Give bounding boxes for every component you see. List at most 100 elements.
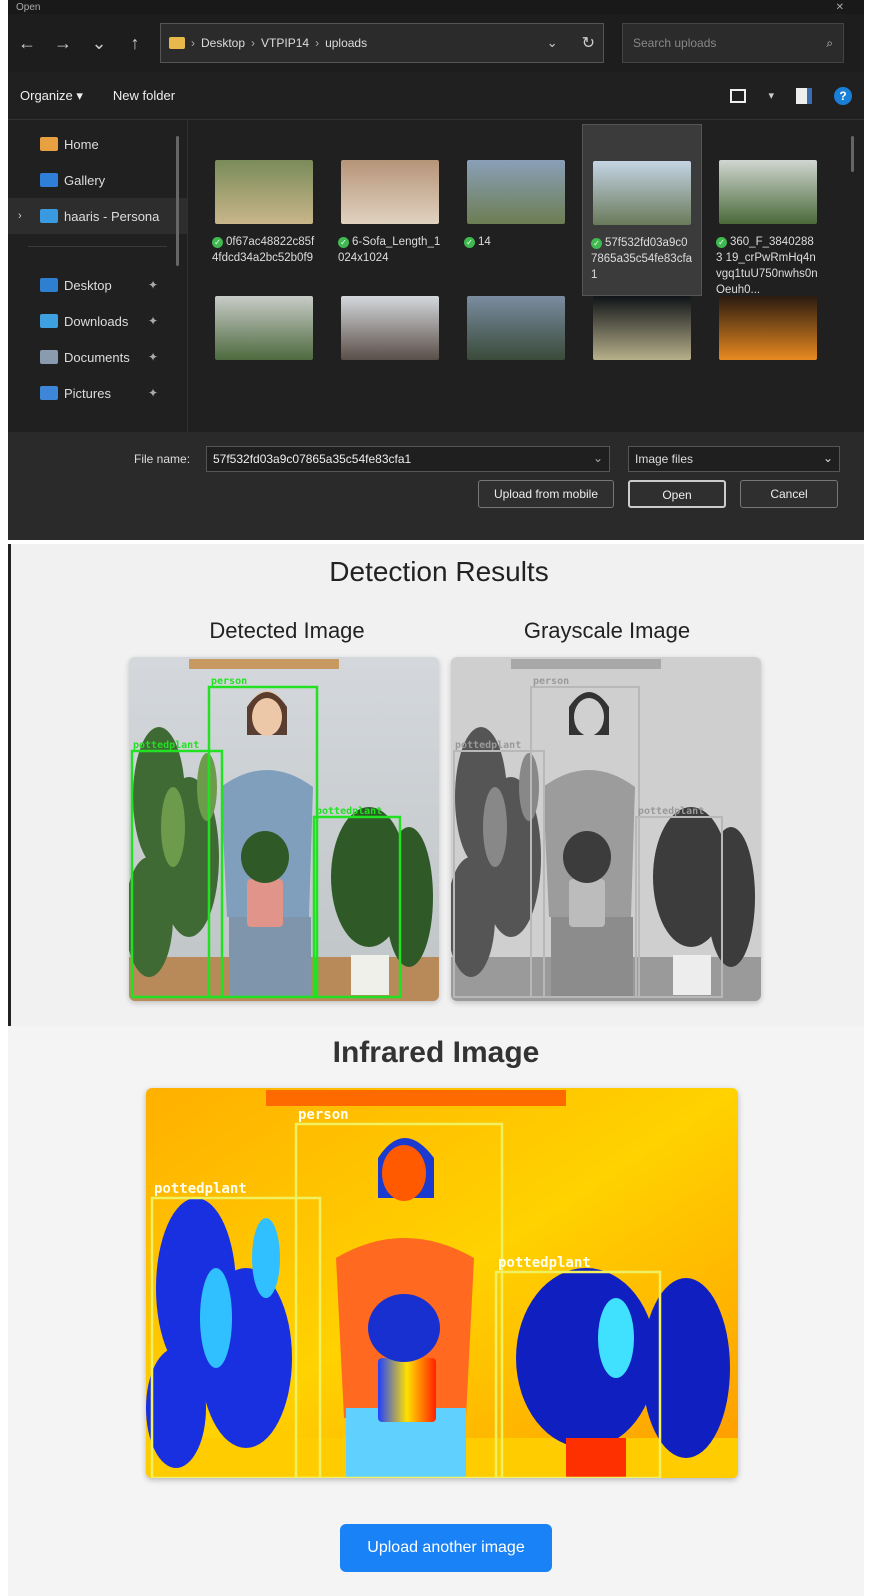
chevron-down-icon[interactable]: ⌄ [547,35,558,51]
sidebar-item-home[interactable]: Home [8,126,187,162]
results-title: Detection Results [329,556,549,587]
file-tile[interactable]: ✓ 0f67ac48822c85f4fdcd34a2bc52b0f9 [204,124,324,296]
grayscale-image-title: Grayscale Image [523,618,691,643]
person-box-label: person [533,676,569,687]
sync-status-icon: ✓ [591,238,602,249]
sidebar-item-desktop[interactable]: Desktop ✦ [8,267,187,303]
sync-status-icon: ✓ [716,237,727,248]
file-name-label: File name: [134,452,191,466]
file-tile[interactable] [456,288,576,368]
navigation-bar: ← → ⌄ ↑ › Desktop › VTPIP14 › uploads ⌄ … [8,14,864,72]
file-name: ✓ 14 [464,234,568,250]
download-icon [40,314,58,328]
detected-image-title: Detected Image [209,618,365,643]
recent-locations-icon[interactable]: ⌄ [88,33,110,54]
cancel-button[interactable]: Cancel [740,480,838,508]
sidebar-item-downloads[interactable]: Downloads ✦ [8,303,187,339]
file-thumbnail [719,296,817,360]
back-arrow-icon[interactable]: ← [16,33,38,54]
sync-status-icon: ✓ [338,237,349,248]
chevron-down-icon[interactable]: ⌄ [823,451,833,465]
file-tile[interactable]: ✓ 57f532fd03a9c07865a35c54fe83cfa1 [582,124,702,296]
infrared-image: person pottedplant pottedplant [146,1088,738,1478]
view-options-icon[interactable] [730,88,747,103]
cloud-icon [40,209,58,223]
person-box-label: person [211,676,247,687]
view-dropdown-icon[interactable]: ▾ [768,89,774,102]
desktop-icon [40,278,58,292]
close-icon[interactable]: ✕ [836,2,844,13]
pin-icon: ✦ [148,314,159,328]
file-open-dialog: Open ✕ ← → ⌄ ↑ › Desktop › VTPIP14 › upl… [8,0,864,540]
upload-from-mobile-button[interactable]: Upload from mobile [478,480,614,508]
breadcrumb-uploads[interactable]: uploads [325,36,367,50]
plant-box-label: pottedplant [133,740,199,751]
breadcrumb-desktop[interactable]: Desktop [201,36,245,50]
plant-box-label: pottedplant [316,806,382,817]
sidebar-item-documents[interactable]: Documents ✦ [8,339,187,375]
file-type-select[interactable]: Image files ⌄ [628,446,840,472]
file-list-scrollbar[interactable] [851,136,854,172]
sidebar-divider [28,246,167,247]
file-thumbnail [467,160,565,224]
document-icon [40,350,58,364]
file-name: ✓ 6-Sofa_Length_1024x1024 [338,236,441,264]
sidebar-item-gallery[interactable]: Gallery [8,162,187,198]
sidebar-item-pictures[interactable]: Pictures ✦ [8,375,187,411]
file-thumbnail [341,296,439,360]
file-thumbnail [215,296,313,360]
forward-arrow-icon[interactable]: → [52,33,74,54]
new-folder-button[interactable]: New folder [113,88,175,103]
file-thumbnail [593,161,691,225]
file-name: ✓ 0f67ac48822c85f4fdcd34a2bc52b0f9 [212,236,315,264]
search-icon: ⌕ [826,35,833,50]
sync-status-icon: ✓ [464,237,475,248]
address-bar[interactable]: › Desktop › VTPIP14 › uploads ⌄ ↻ [160,23,604,63]
navigation-pane: Home Gallery › haaris - Persona Desktop … [8,120,188,432]
organize-menu[interactable]: Organize ▾ [20,88,83,104]
file-thumbnail [593,296,691,360]
pin-icon: ✦ [148,278,159,292]
sidebar-scrollbar[interactable] [176,136,179,266]
grayscale-image: person pottedplant pottedplant [451,657,761,1001]
file-name: ✓ 360_F_38402883 19_crPwRmHq4nvgq1tuU750n… [716,236,818,296]
file-list: ✓ 0f67ac48822c85f4fdcd34a2bc52b0f9 ✓ 6-Sofa… [188,120,864,432]
help-icon[interactable]: ? [834,86,852,105]
search-input[interactable]: Search uploads ⌕ [622,23,844,63]
pin-icon: ✦ [148,386,159,400]
file-tile[interactable] [204,288,324,368]
file-tile[interactable]: ✓ 6-Sofa_Length_1024x1024 [330,124,450,296]
file-thumbnail [467,296,565,360]
plant-box-label: pottedplant [455,740,521,751]
detected-image: person pottedplant pottedplant [129,657,439,1001]
detection-results-section: Detection Results Detected Image Graysca… [8,544,864,1026]
chevron-down-icon[interactable]: ⌄ [593,451,603,465]
infrared-title: Infrared Image [332,1036,540,1069]
file-tile[interactable] [330,288,450,368]
file-tile[interactable] [708,288,828,368]
file-tile[interactable] [582,288,702,368]
file-tile[interactable]: ✓ 14 [456,124,576,296]
up-arrow-icon[interactable]: ↑ [124,33,146,54]
sync-status-icon: ✓ [212,237,223,248]
file-name-input[interactable]: 57f532fd03a9c07865a35c54fe83cfa1 ⌄ [206,446,610,472]
dialog-footer: File name: 57f532fd03a9c07865a35c54fe83c… [8,432,864,540]
dialog-titlebar: Open ✕ [8,0,864,14]
expand-arrow-icon[interactable]: › [18,210,22,222]
infrared-section: Infrared Image person pottedplant potted… [8,1026,864,1596]
upload-another-image-button[interactable]: Upload another image [340,1524,552,1572]
file-name: ✓ 57f532fd03a9c07865a35c54fe83cfa1 [591,237,693,281]
preview-pane-icon[interactable] [796,87,812,104]
command-bar: Organize ▾ New folder ▾ ? [8,72,864,120]
file-thumbnail [719,160,817,224]
sidebar-item-onedrive[interactable]: › haaris - Persona [8,198,187,234]
refresh-icon[interactable]: ↻ [582,33,595,53]
file-tile[interactable]: ✓ 360_F_38402883 19_crPwRmHq4nvgq1tuU750n… [708,124,828,296]
file-thumbnail [341,160,439,224]
plant-box-label: pottedplant [498,1255,591,1271]
gallery-icon [40,173,58,187]
breadcrumb-vtpip14[interactable]: VTPIP14 [261,36,309,50]
open-button[interactable]: Open [628,480,726,508]
folder-icon [169,37,185,49]
search-placeholder: Search uploads [633,36,717,50]
